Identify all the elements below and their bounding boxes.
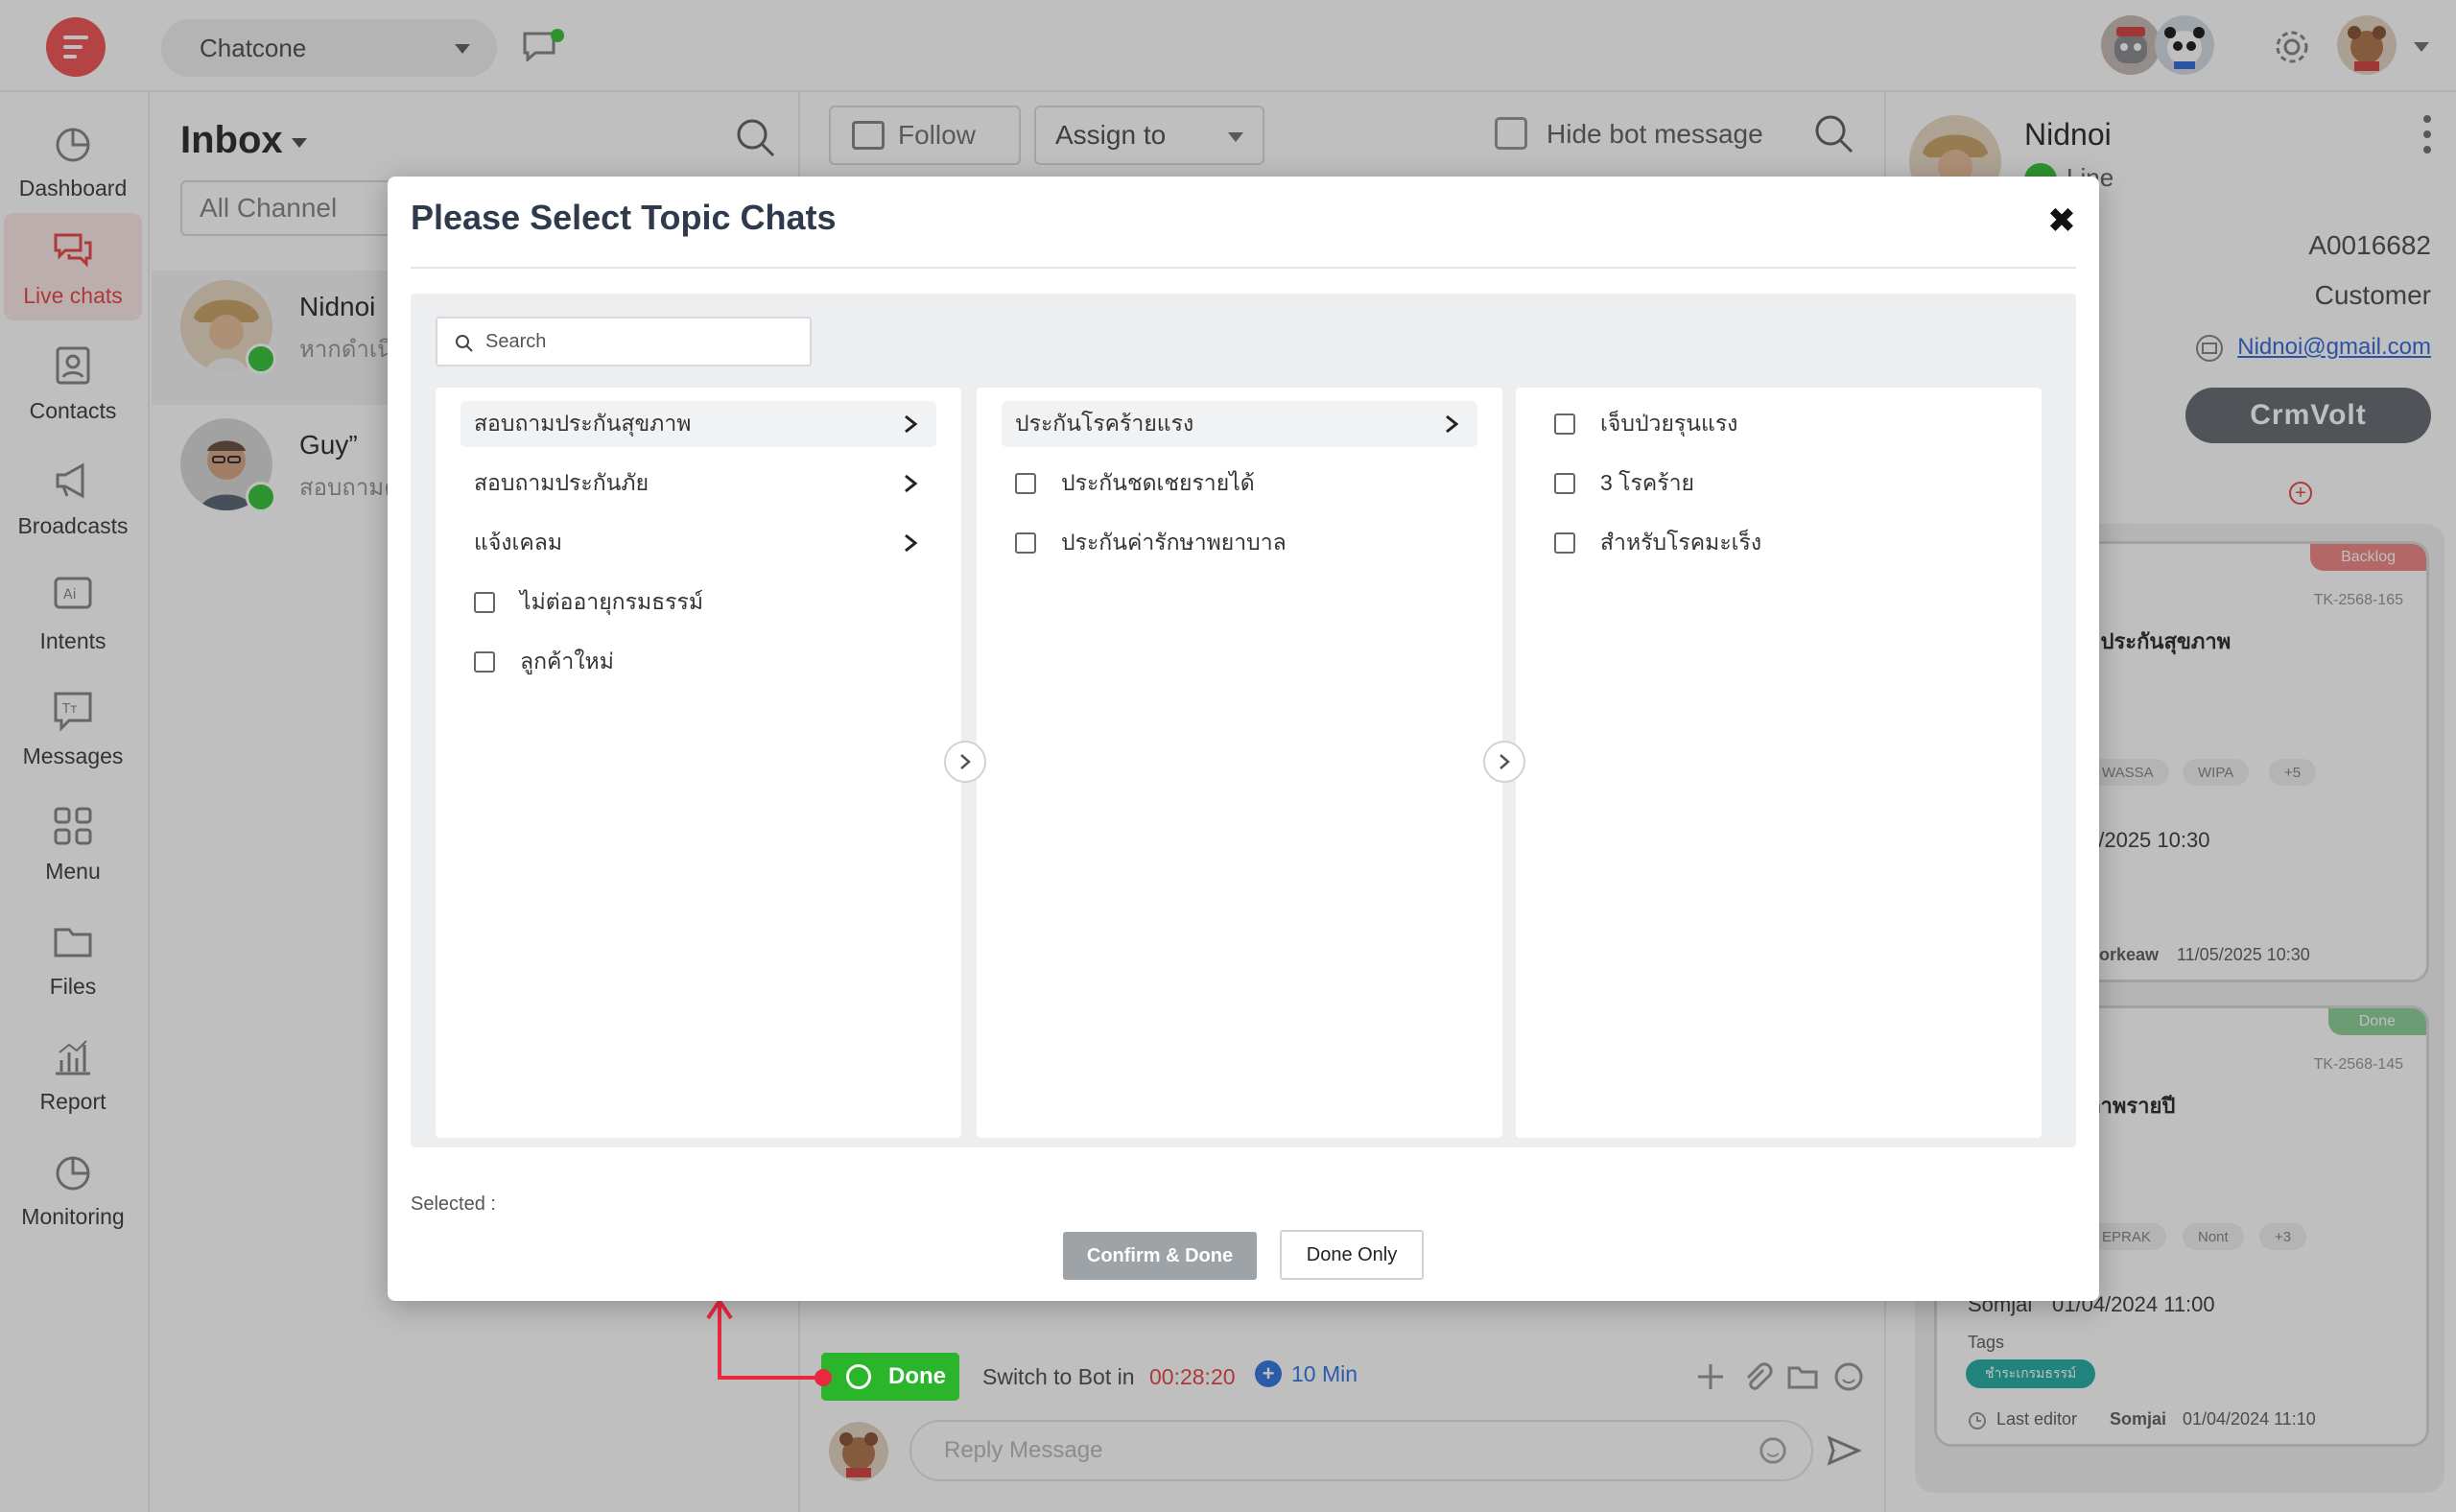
topic-label: เจ็บป่วยรุนแรง bbox=[1600, 411, 1738, 436]
topic-label: ประกันค่ารักษาพยาบาล bbox=[1061, 530, 1287, 555]
topic-item[interactable]: สอบถามประกันภัย bbox=[460, 461, 936, 507]
check-circle-icon bbox=[846, 1364, 871, 1389]
topic-item[interactable]: สอบถามประกันสุขภาพ bbox=[460, 401, 936, 447]
search-icon bbox=[456, 335, 473, 352]
topic-checkbox[interactable] bbox=[1015, 473, 1036, 494]
topic-column-2: ประกันโรคร้ายแรง ประกันชดเชยรายได้ ประกั… bbox=[977, 388, 1502, 1138]
topic-label: ไม่ต่ออายุกรมธรรม์ bbox=[520, 589, 704, 614]
close-icon[interactable]: ✖ bbox=[2047, 203, 2076, 238]
topic-label: แจ้งเคลม bbox=[474, 530, 563, 555]
column-scroll-button[interactable] bbox=[944, 741, 986, 783]
topic-label: 3 โรคร้าย bbox=[1600, 470, 1695, 495]
topic-label: ประกันชดเชยรายได้ bbox=[1061, 470, 1255, 495]
annotation-arrow-icon bbox=[706, 1297, 832, 1386]
chevron-right-icon bbox=[905, 474, 918, 493]
column-scroll-button[interactable] bbox=[1483, 741, 1525, 783]
done-only-button[interactable]: Done Only bbox=[1280, 1230, 1424, 1280]
selected-topics-label: Selected : bbox=[411, 1193, 496, 1215]
topic-item[interactable]: แจ้งเคลม bbox=[460, 520, 936, 566]
topic-checkbox[interactable] bbox=[1554, 532, 1575, 554]
topic-item[interactable]: ลูกค้าใหม่ bbox=[460, 639, 936, 685]
topic-label: ประกันโรคร้ายแรง bbox=[1015, 411, 1194, 436]
topic-item[interactable]: ประกันชดเชยรายได้ bbox=[1002, 461, 1477, 507]
topic-checkbox[interactable] bbox=[474, 651, 495, 673]
topic-label: สอบถามประกันภัย bbox=[474, 470, 649, 495]
topic-checkbox[interactable] bbox=[1015, 532, 1036, 554]
done-label: Done bbox=[888, 1363, 946, 1389]
topic-item[interactable]: 3 โรคร้าย bbox=[1541, 461, 2017, 507]
topic-checkbox[interactable] bbox=[1554, 413, 1575, 435]
chevron-right-icon bbox=[1446, 414, 1459, 434]
chevron-right-icon bbox=[960, 754, 971, 769]
topic-checkbox[interactable] bbox=[1554, 473, 1575, 494]
topic-label: สอบถามประกันสุขภาพ bbox=[474, 411, 692, 436]
topic-item[interactable]: ประกันโรคร้ายแรง bbox=[1002, 401, 1477, 447]
topic-search-input[interactable]: Search bbox=[436, 317, 812, 366]
topic-picker: Search สอบถามประกันสุขภาพ สอบถามประกันภั… bbox=[411, 294, 2076, 1147]
topic-label: ลูกค้าใหม่ bbox=[520, 649, 614, 673]
topic-label: สำหรับโรคมะเร็ง bbox=[1600, 530, 1762, 555]
search-placeholder: Search bbox=[485, 330, 547, 352]
topic-item[interactable]: สำหรับโรคมะเร็ง bbox=[1541, 520, 2017, 566]
chevron-right-icon bbox=[905, 533, 918, 553]
done-button-highlight[interactable]: Done bbox=[821, 1353, 959, 1401]
confirm-and-done-button[interactable]: Confirm & Done bbox=[1063, 1232, 1257, 1280]
chevron-right-icon bbox=[905, 414, 918, 434]
modal-title: Please Select Topic Chats bbox=[411, 198, 837, 237]
topic-select-modal: Please Select Topic Chats ✖ Search สอบถา… bbox=[388, 177, 2099, 1301]
topic-item[interactable]: ประกันค่ารักษาพยาบาล bbox=[1002, 520, 1477, 566]
topic-column-3: เจ็บป่วยรุนแรง 3 โรคร้าย สำหรับโรคมะเร็ง bbox=[1516, 388, 2042, 1138]
topic-item[interactable]: ไม่ต่ออายุกรมธรรม์ bbox=[460, 579, 936, 626]
chevron-right-icon bbox=[1500, 754, 1510, 769]
topic-checkbox[interactable] bbox=[474, 592, 495, 613]
topic-column-1: สอบถามประกันสุขภาพ สอบถามประกันภัย แจ้งเ… bbox=[436, 388, 961, 1138]
topic-item[interactable]: เจ็บป่วยรุนแรง bbox=[1541, 401, 2017, 447]
divider bbox=[411, 267, 2076, 269]
